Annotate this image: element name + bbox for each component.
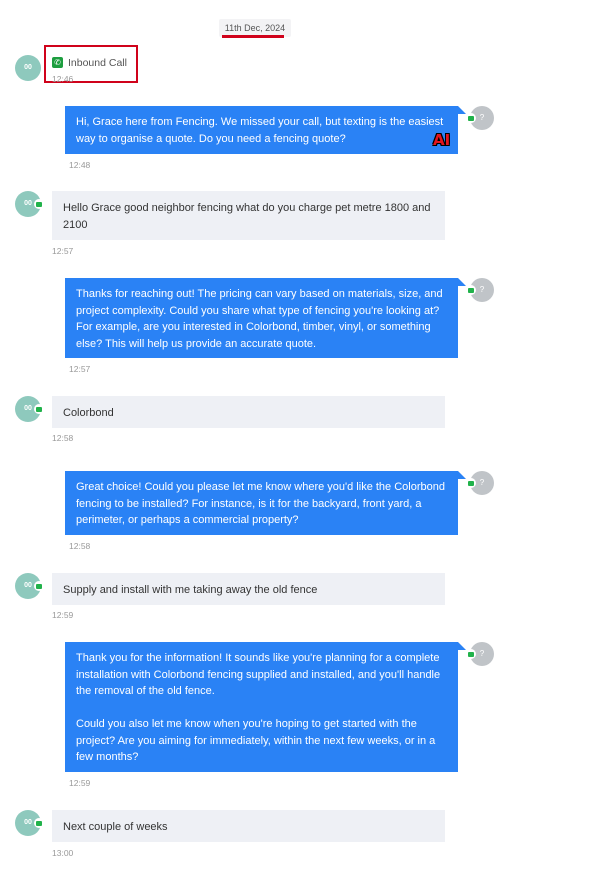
contact-avatar[interactable]: 00 bbox=[15, 55, 41, 81]
outbound-message: Thank you for the information! It sounds… bbox=[65, 642, 458, 772]
sms-channel-icon bbox=[466, 113, 476, 123]
message-text: Hello Grace good neighbor fencing what d… bbox=[63, 202, 431, 231]
message-time: 12:48 bbox=[69, 160, 91, 170]
message-time: 12:46 bbox=[52, 74, 74, 84]
message-text: Great choice! Could you please let me kn… bbox=[76, 481, 445, 526]
inbound-message: Colorbond bbox=[52, 396, 445, 428]
bubble-tail bbox=[458, 106, 466, 114]
bubble-tail bbox=[458, 471, 466, 479]
message-text: Hi, Grace here from Fencing. We missed y… bbox=[76, 116, 444, 145]
inbound-message: Supply and install with me taking away t… bbox=[52, 573, 445, 605]
outbound-message: Great choice! Could you please let me kn… bbox=[65, 471, 458, 535]
ai-icon: AI bbox=[433, 131, 451, 149]
message-text: Supply and install with me taking away t… bbox=[63, 584, 318, 596]
sms-channel-icon bbox=[466, 478, 476, 488]
message-time: 12:59 bbox=[52, 610, 74, 620]
sms-channel-icon bbox=[34, 818, 44, 828]
sms-channel-icon bbox=[34, 581, 44, 591]
message-text: Colorbond bbox=[63, 407, 114, 419]
message-time: 12:58 bbox=[52, 433, 74, 443]
message-time: 12:59 bbox=[69, 778, 91, 788]
message-text: Thanks for reaching out! The pricing can… bbox=[76, 288, 443, 350]
date-annotation-underline bbox=[222, 35, 284, 38]
outbound-message: Hi, Grace here from Fencing. We missed y… bbox=[65, 106, 458, 154]
bubble-tail bbox=[458, 642, 466, 650]
inbound-message: Hello Grace good neighbor fencing what d… bbox=[52, 191, 445, 240]
message-text-paragraph-2: Could you also let me know when you're h… bbox=[76, 718, 436, 763]
bubble-tail bbox=[458, 278, 466, 286]
sms-channel-icon bbox=[466, 285, 476, 295]
sms-channel-icon bbox=[466, 649, 476, 659]
sms-channel-icon bbox=[34, 199, 44, 209]
message-text: Next couple of weeks bbox=[63, 821, 168, 833]
message-time: 12:58 bbox=[69, 541, 91, 551]
message-text: Thank you for the information! It sounds… bbox=[76, 652, 441, 697]
phone-icon: ✆ bbox=[52, 57, 63, 68]
outbound-message: Thanks for reaching out! The pricing can… bbox=[65, 278, 458, 358]
inbound-message: Next couple of weeks bbox=[52, 810, 445, 842]
sms-channel-icon bbox=[34, 404, 44, 414]
message-time: 13:00 bbox=[52, 848, 74, 858]
message-time: 12:57 bbox=[69, 364, 91, 374]
inbound-call-label: Inbound Call bbox=[68, 57, 127, 69]
message-time: 12:57 bbox=[52, 246, 74, 256]
